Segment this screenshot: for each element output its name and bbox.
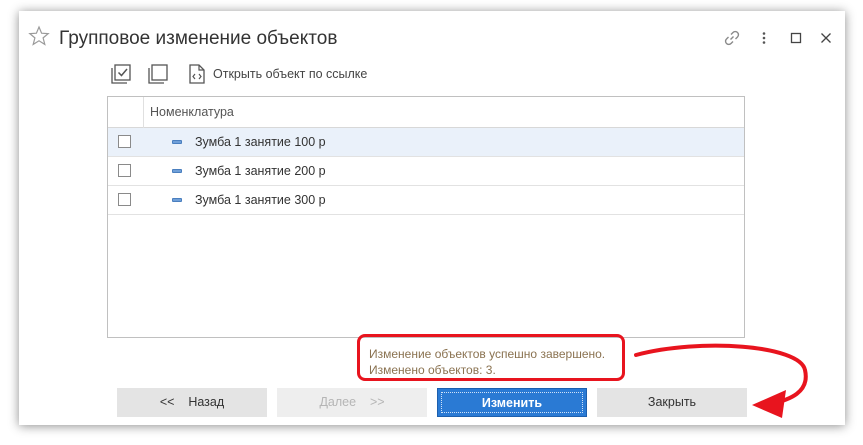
favorite-star-icon[interactable] (28, 25, 50, 47)
status-line-success: Изменение объектов успешно завершено. (369, 347, 606, 361)
item-element-icon (172, 140, 182, 144)
header-separator (143, 97, 144, 128)
status-line-count: Изменено объектов: 3. (369, 363, 496, 377)
close-button[interactable]: Закрыть (597, 388, 747, 417)
row-label: Зумба 1 занятие 300 р (195, 193, 326, 207)
select-all-icon[interactable] (110, 63, 132, 85)
change-button-label: Изменить (441, 392, 583, 413)
back-button[interactable]: << Назад (117, 388, 267, 417)
maximize-icon[interactable] (787, 29, 805, 47)
table-row[interactable]: Зумба 1 занятие 200 р (108, 157, 744, 186)
table-header: Номенклатура (108, 97, 744, 128)
next-button[interactable]: Далее >> (277, 388, 427, 417)
open-by-link-button[interactable]: Открыть объект по ссылке (213, 67, 367, 81)
row-checkbox[interactable] (118, 135, 131, 148)
status-message-highlight: Изменение объектов успешно завершено. Из… (357, 334, 625, 381)
row-label: Зумба 1 занятие 200 р (195, 164, 326, 178)
link-icon[interactable] (723, 29, 741, 47)
more-menu-icon[interactable] (755, 29, 773, 47)
column-header-nomenclature[interactable]: Номенклатура (150, 105, 234, 119)
close-icon[interactable] (817, 29, 835, 47)
item-element-icon (172, 169, 182, 173)
window-title: Групповое изменение объектов (59, 28, 338, 49)
dialog-window: Групповое изменение объектов Открыть объ… (19, 11, 845, 425)
row-label: Зумба 1 занятие 100 р (195, 135, 326, 149)
objects-table: Номенклатура Зумба 1 занятие 100 р Зумба… (107, 96, 745, 338)
item-element-icon (172, 198, 182, 202)
row-checkbox[interactable] (118, 193, 131, 206)
row-checkbox[interactable] (118, 164, 131, 177)
deselect-all-icon[interactable] (147, 63, 169, 85)
change-button[interactable]: Изменить (437, 388, 587, 417)
open-object-icon[interactable] (187, 63, 207, 85)
table-row[interactable]: Зумба 1 занятие 300 р (108, 186, 744, 215)
table-row[interactable]: Зумба 1 занятие 100 р (108, 128, 744, 157)
